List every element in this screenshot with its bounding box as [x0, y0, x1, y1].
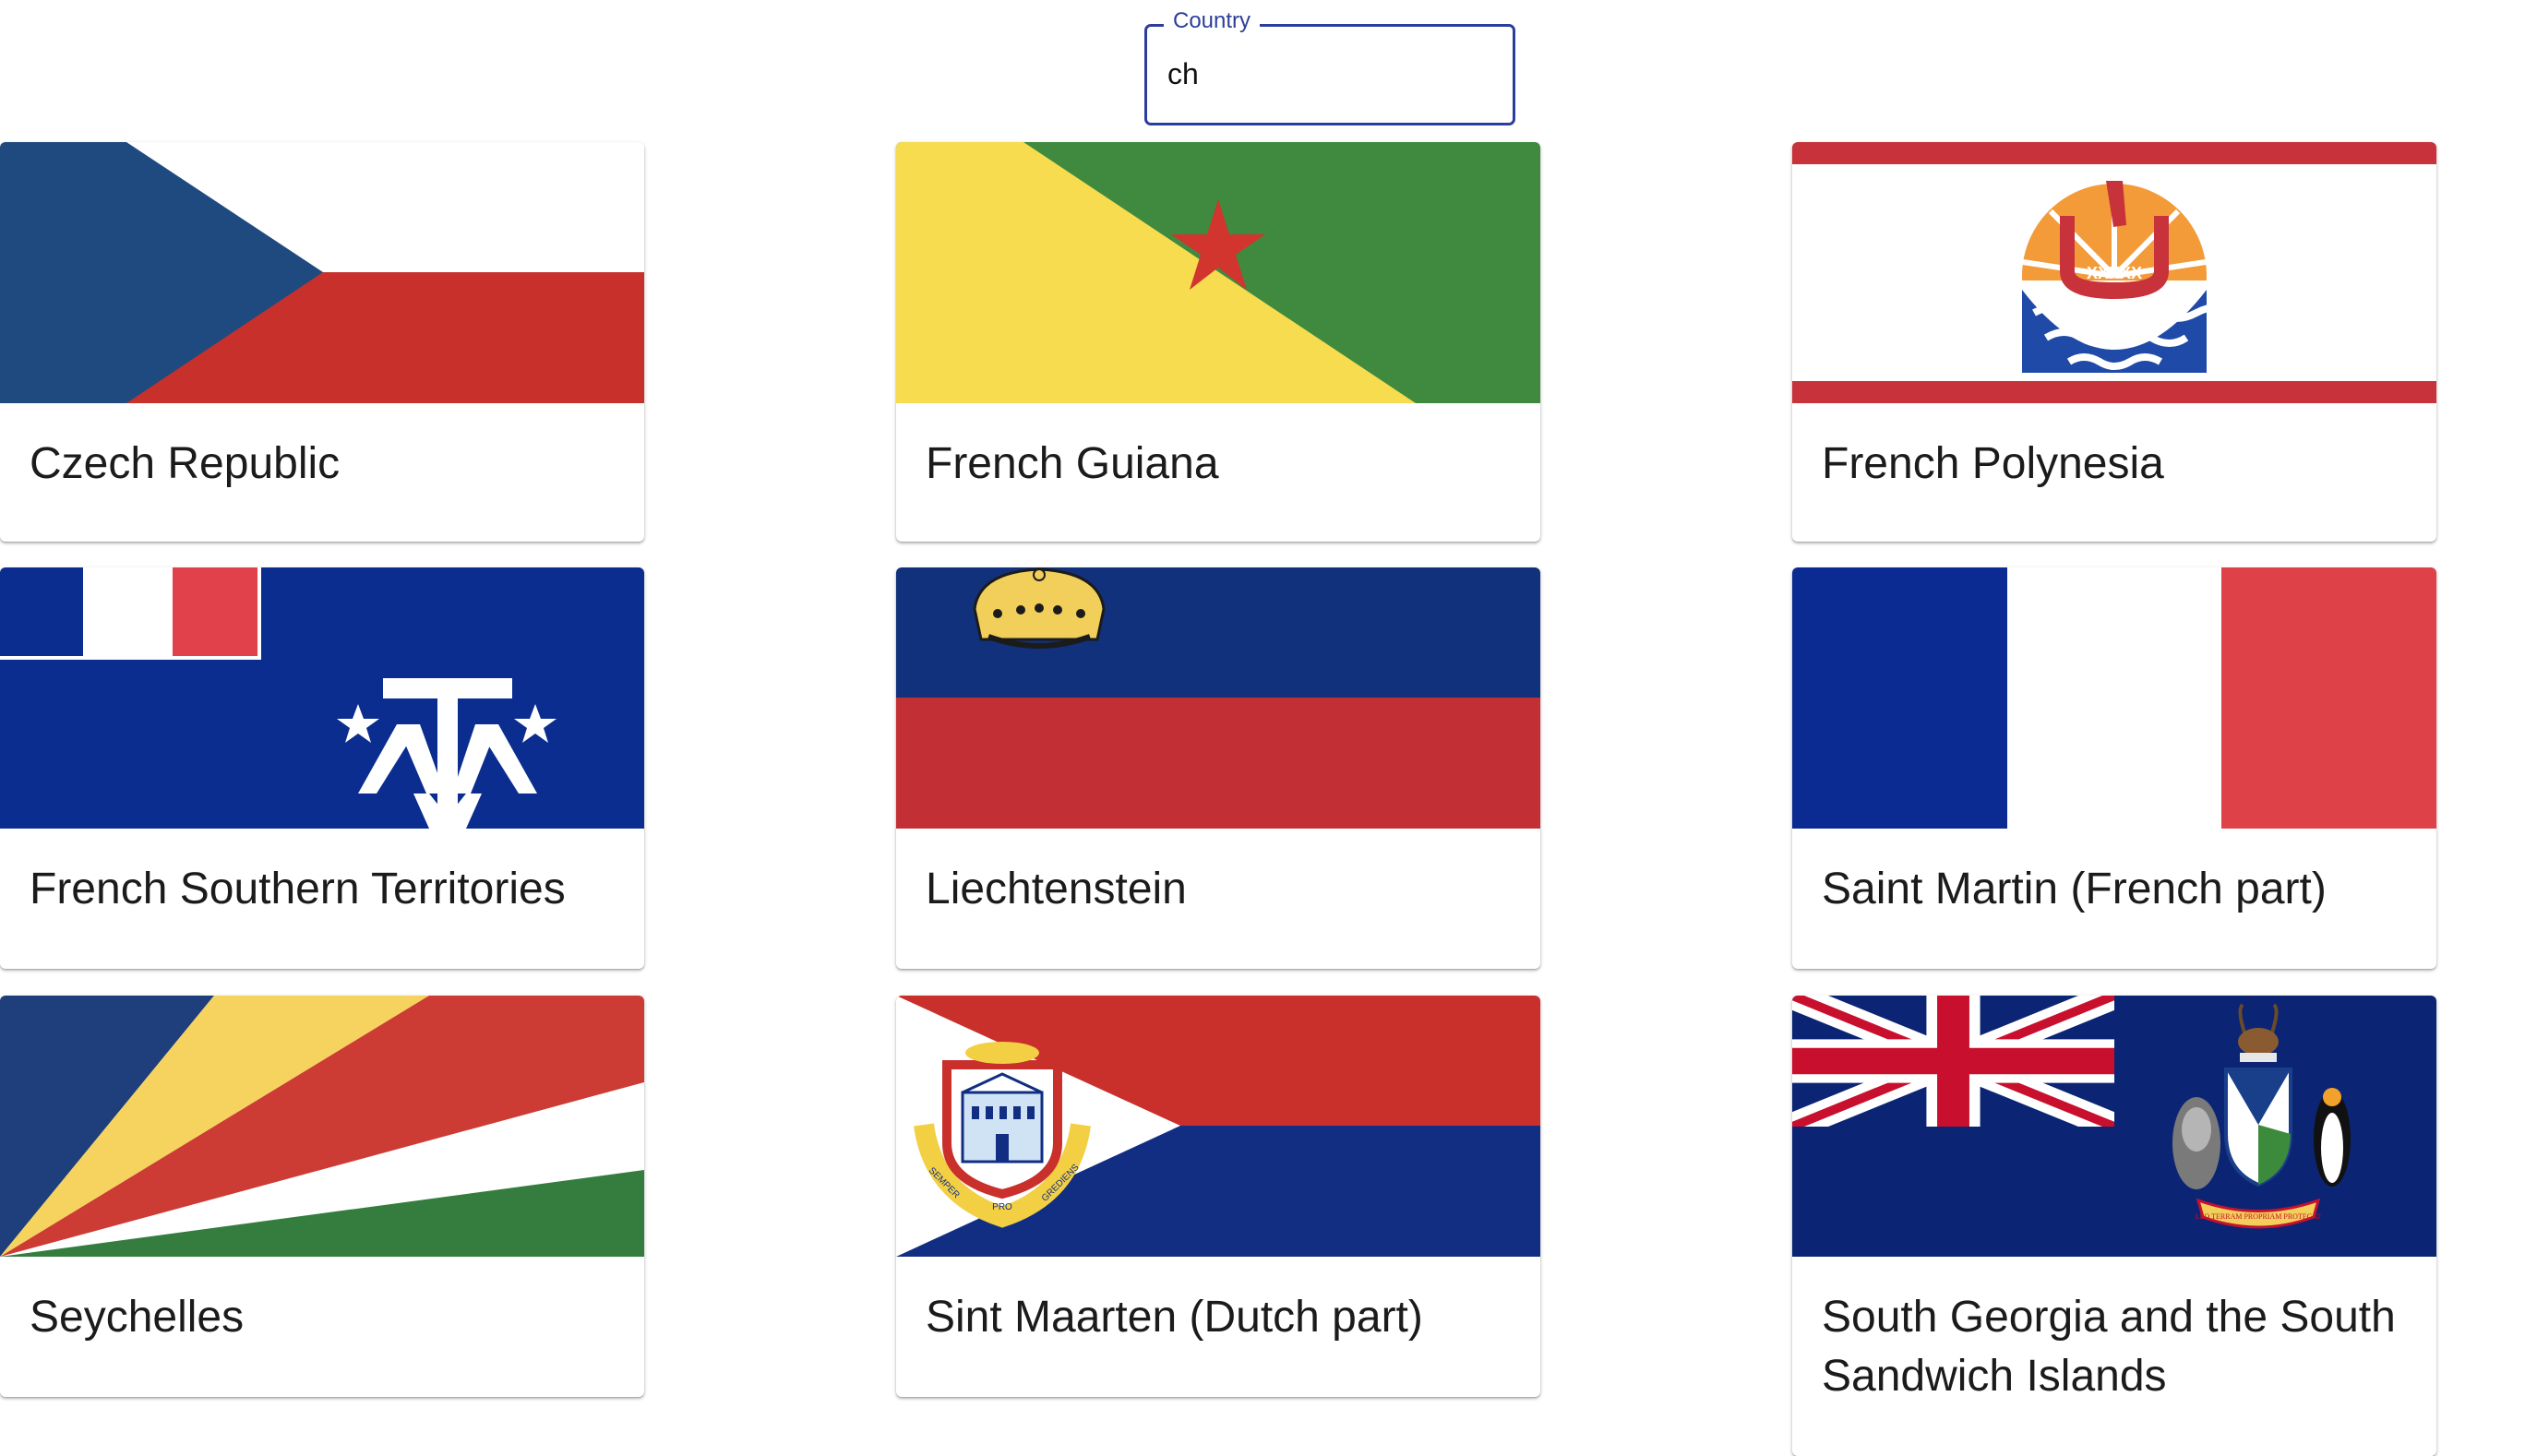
flag-saint-martin-icon	[1792, 567, 2436, 829]
sint-maarten-motto-middle: PRO	[992, 1202, 1012, 1212]
flag-seychelles-icon	[0, 996, 644, 1257]
flag-sint-maarten-icon: PRO SEMPER GREDIENS	[896, 996, 1540, 1257]
country-name: Sint Maarten (Dutch part)	[926, 1293, 1423, 1342]
flag-south-georgia-icon: LEO TERRAM PROPRIAM PROTEGAT	[1792, 996, 2436, 1257]
country-card-saint-martin[interactable]: Saint Martin (French part)	[1792, 567, 2436, 969]
country-name: Liechtenstein	[926, 865, 1187, 913]
flag-liechtenstein-icon	[896, 567, 1540, 829]
country-card-french-polynesia[interactable]: XXXXX French Polynesia	[1792, 142, 2436, 542]
flag-french-polynesia-icon: XXXXX	[1792, 142, 2436, 403]
country-name: South Georgia and the South Sandwich Isl…	[1822, 1293, 2396, 1401]
country-name: Czech Republic	[30, 439, 341, 488]
country-search-input[interactable]	[1167, 51, 1481, 97]
country-card-liechtenstein[interactable]: Liechtenstein	[896, 567, 1540, 969]
country-name: Saint Martin (French part)	[1822, 865, 2327, 913]
country-card-french-southern-territories[interactable]: French Southern Territories	[0, 567, 644, 969]
country-card-sint-maarten[interactable]: PRO SEMPER GREDIENS Sint Maarten (Dutch …	[896, 996, 1540, 1397]
country-name: Seychelles	[30, 1293, 245, 1342]
country-card-czech-republic[interactable]: Czech Republic	[0, 142, 644, 542]
flag-polynesia-emblem-text: XXXXX	[2087, 264, 2142, 282]
country-name: French Guiana	[926, 439, 1219, 488]
country-card-seychelles[interactable]: Seychelles	[0, 996, 644, 1397]
country-search-label: Country	[1164, 8, 1261, 34]
country-name: French Southern Territories	[30, 865, 566, 913]
country-search-field[interactable]: Country	[1144, 8, 1515, 125]
flag-french-guiana-icon	[896, 142, 1540, 403]
country-name: French Polynesia	[1822, 439, 2164, 488]
country-card-south-georgia[interactable]: LEO TERRAM PROPRIAM PROTEGAT South Georg…	[1792, 996, 2436, 1456]
flag-french-southern-territories-icon	[0, 567, 644, 829]
south-georgia-motto: LEO TERRAM PROPRIAM PROTEGAT	[2196, 1212, 2322, 1221]
country-card-french-guiana[interactable]: French Guiana	[896, 142, 1540, 542]
flag-czech-republic-icon	[0, 142, 644, 403]
